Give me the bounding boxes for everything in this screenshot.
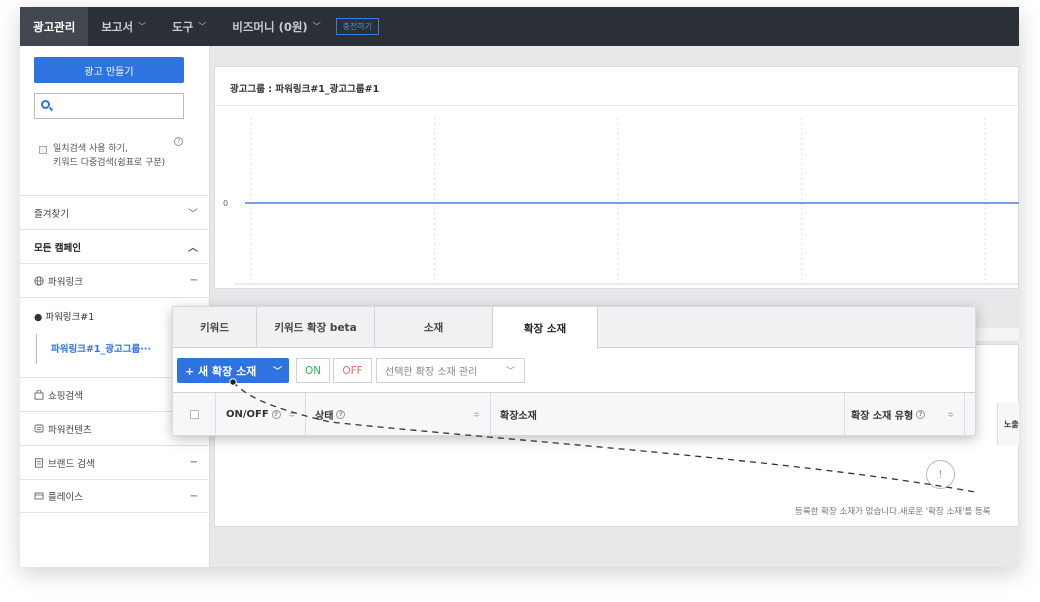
nav-bizmoney[interactable]: 비즈머니 (0원) ﹀ bbox=[219, 7, 333, 46]
search-input[interactable] bbox=[57, 98, 177, 114]
onoff-label: ON/OFF bbox=[226, 408, 269, 420]
new-extension-label: + 새 확장 소재 bbox=[185, 364, 257, 378]
campaign-item[interactable]: ● 파워링크#1 bbox=[34, 309, 94, 323]
column-type[interactable]: 확장 소재 유형 ? ≑ bbox=[845, 393, 965, 435]
exact-match-checkbox[interactable] bbox=[39, 146, 47, 154]
nav-ad-management-label: 광고관리 bbox=[33, 19, 76, 34]
document-icon bbox=[34, 457, 44, 468]
column-select-all bbox=[173, 393, 216, 435]
chevron-down-icon: ﹀ bbox=[198, 22, 207, 31]
manage-selected-dropdown[interactable]: 선택한 확장 소재 관리 ﹀ bbox=[376, 358, 525, 383]
select-all-checkbox[interactable] bbox=[189, 409, 199, 419]
campaign-label: 파워링크#1 bbox=[45, 312, 95, 323]
nav-tools[interactable]: 도구 ﹀ bbox=[159, 7, 219, 46]
nav-reports-label: 보고서 bbox=[101, 19, 134, 34]
new-extension-button[interactable]: + 새 확장 소재 ﹀ bbox=[177, 358, 289, 383]
sidebar-item-brand[interactable]: 브랜드 검색 − bbox=[20, 445, 210, 479]
chevron-down-icon: ﹀ bbox=[188, 209, 198, 220]
tree-connector bbox=[36, 334, 37, 364]
column-impressions[interactable]: 노출수 bbox=[997, 403, 1019, 445]
chevron-up-icon: ︿ bbox=[188, 243, 198, 254]
tab-creatives[interactable]: 소재 bbox=[375, 307, 493, 348]
content-icon bbox=[34, 424, 44, 434]
top-navigation: 광고관리 보고서 ﹀ 도구 ﹀ 비즈머니 (0원) ﹀ 충전하기 bbox=[20, 7, 1019, 46]
performance-chart: 001.06.01.07.01.08.01.09.01.10. bbox=[223, 118, 1019, 285]
performance-chart-card: 광고그룹 : 파워링크#1_광고그룹#1 001.06.01.07.01.08.… bbox=[214, 66, 1019, 289]
chevron-down-icon: ﹀ bbox=[272, 367, 282, 377]
nav-reports[interactable]: 보고서 ﹀ bbox=[88, 7, 159, 46]
powerlink-label: 파워링크 bbox=[48, 276, 83, 288]
all-campaigns-label: 모든 캠페인 bbox=[34, 242, 82, 254]
powercontents-label: 파워컨텐츠 bbox=[48, 424, 92, 436]
on-button[interactable]: ON bbox=[296, 358, 330, 383]
help-icon[interactable]: ? bbox=[916, 409, 926, 419]
sidebar-favorites[interactable]: 즐겨찾기 ﹀ bbox=[20, 195, 210, 229]
sort-icon[interactable]: ≑ bbox=[473, 410, 480, 419]
table-header: ON/OFF ? ≑ 상태 ? ≑ 확장소재 확장 소재 유형 ? ≑ bbox=[173, 393, 975, 435]
favorites-label: 즐겨찾기 bbox=[34, 208, 69, 220]
help-icon[interactable]: ? bbox=[271, 409, 281, 419]
creative-label: 확장소재 bbox=[500, 410, 537, 422]
shopping-bag-icon bbox=[34, 389, 44, 400]
nav-bizmoney-label: 비즈머니 (0원) bbox=[232, 19, 308, 34]
sidebar-item-powerlink[interactable]: 파워링크 − bbox=[20, 263, 210, 297]
help-icon[interactable]: ? bbox=[174, 137, 183, 146]
multi-search-label: 키워드 다중검색(쉼표로 구분) bbox=[53, 158, 166, 168]
chevron-down-icon: ﹀ bbox=[505, 367, 515, 377]
tab-bar: 키워드 키워드 확장 beta 소재 확장 소재 bbox=[173, 307, 975, 349]
exact-match-label: 일치검색 사용 하기, bbox=[53, 144, 128, 154]
place-icon bbox=[34, 491, 44, 501]
sidebar-all-campaigns[interactable]: 모든 캠페인 ︿ bbox=[20, 229, 210, 263]
empty-state-message: 등록한 확장 소재가 없습니다.새로운 '확장 소재'를 등록 bbox=[795, 507, 991, 517]
create-ad-button[interactable]: 광고 만들기 bbox=[34, 57, 184, 83]
campaign-bullet-icon: ● bbox=[34, 312, 43, 323]
globe-icon bbox=[34, 275, 44, 286]
brand-label: 브랜드 검색 bbox=[48, 458, 95, 470]
manage-selected-label: 선택한 확장 소재 관리 bbox=[385, 367, 478, 378]
tab-keywords[interactable]: 키워드 bbox=[173, 307, 257, 348]
empty-state-icon: ! bbox=[926, 460, 955, 489]
help-icon[interactable]: ? bbox=[336, 409, 346, 419]
nav-tools-label: 도구 bbox=[172, 19, 194, 34]
chevron-down-icon: ﹀ bbox=[312, 22, 321, 31]
extension-creative-panel: 키워드 키워드 확장 beta 소재 확장 소재 + 새 확장 소재 ﹀ ON … bbox=[172, 306, 976, 436]
panel-toolbar: + 새 확장 소재 ﹀ ON OFF 선택한 확장 소재 관리 ﹀ bbox=[173, 348, 975, 393]
sort-icon[interactable]: ≑ bbox=[947, 410, 954, 419]
nav-ad-management[interactable]: 광고관리 bbox=[20, 7, 89, 46]
column-onoff[interactable]: ON/OFF ? ≑ bbox=[216, 393, 306, 435]
type-label: 확장 소재 유형 bbox=[851, 410, 914, 422]
tab-extension-creatives[interactable]: 확장 소재 bbox=[493, 307, 598, 349]
place-label: 플레이스 bbox=[48, 492, 83, 503]
campaign-search[interactable] bbox=[34, 93, 184, 119]
shopping-label: 쇼핑검색 bbox=[48, 390, 83, 402]
status-label: 상태 bbox=[315, 410, 334, 422]
collapse-icon: − bbox=[189, 490, 198, 502]
chart-y-tick-label: 0 bbox=[223, 199, 228, 208]
chart-title: 광고그룹 : 파워링크#1_광고그룹#1 bbox=[230, 84, 380, 95]
sidebar-item-place[interactable]: 플레이스 − bbox=[20, 479, 210, 513]
collapse-icon: − bbox=[189, 275, 198, 286]
collapse-icon: − bbox=[189, 457, 198, 468]
search-icon bbox=[41, 100, 50, 109]
sort-icon[interactable]: ≑ bbox=[288, 410, 295, 419]
adgroup-item[interactable]: 파워링크#1_광고그룹··· bbox=[51, 341, 151, 355]
chevron-down-icon: ﹀ bbox=[138, 22, 147, 31]
tab-keyword-expansion[interactable]: 키워드 확장 beta bbox=[257, 307, 375, 348]
column-status[interactable]: 상태 ? ≑ bbox=[306, 393, 491, 435]
charge-button[interactable]: 충전하기 bbox=[335, 18, 380, 35]
app-window: 광고관리 보고서 ﹀ 도구 ﹀ 비즈머니 (0원) ﹀ 충전하기 광고 만들기 … bbox=[20, 7, 1019, 567]
off-button[interactable]: OFF bbox=[333, 358, 372, 383]
column-creative[interactable]: 확장소재 bbox=[491, 393, 845, 435]
